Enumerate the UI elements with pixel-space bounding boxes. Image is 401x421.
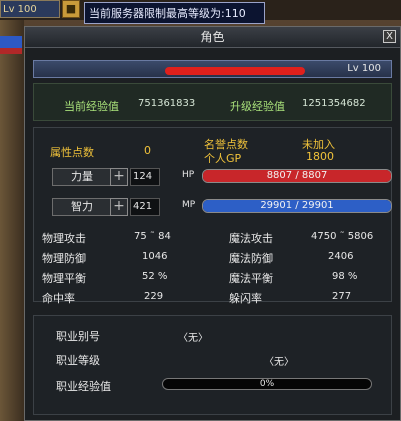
personal-gp-value: 1800 (306, 150, 334, 163)
scene-left-edge (0, 20, 24, 421)
stat-label: 魔法防御 (229, 252, 273, 265)
hp-bar: 8807 / 8807 (202, 169, 392, 183)
add-strength-button[interactable]: + (110, 168, 128, 186)
intelligence-row: 智力 + 421 MP 29901 / 29901 (44, 198, 392, 216)
window-titlebar[interactable]: 角色 X (25, 27, 400, 48)
job-level-label: 职业等级 (56, 354, 100, 367)
stat-label: 躲闪率 (229, 292, 262, 305)
strength-row: 力量 + 124 HP 8807 / 8807 (44, 168, 392, 186)
mini-level-indicator: Lv 100 (0, 0, 60, 18)
job-level-value: 〈无〉 (264, 357, 294, 368)
strength-label: 力量 (52, 168, 112, 186)
character-level: Lv 100 (347, 63, 381, 74)
job-exp-label: 职业经验值 (56, 380, 111, 393)
levelup-exp-label: 升级经验值 (230, 100, 285, 113)
stat-value: 52 % (142, 271, 168, 282)
stat-label: 魔法攻击 (229, 232, 273, 245)
stat-value: 277 (332, 291, 352, 302)
chest-icon[interactable]: ■ (62, 0, 80, 18)
job-alias-value: 〈无〉 (178, 333, 208, 344)
close-button[interactable]: X (383, 30, 396, 43)
levelup-exp-value: 1251354682 (302, 98, 366, 109)
current-exp-value: 751361833 (138, 98, 196, 109)
experience-box: 当前经验值 751361833 升级经验值 1251354682 (33, 83, 392, 121)
stat-label: 魔法平衡 (229, 272, 273, 285)
mp-bar: 29901 / 29901 (202, 199, 392, 213)
mp-text: 29901 / 29901 (260, 200, 334, 211)
window-title: 角色 (200, 30, 225, 44)
stat-label: 物理平衡 (42, 272, 86, 285)
intelligence-value: 421 (130, 198, 160, 216)
current-exp-label: 当前经验值 (64, 100, 119, 113)
party-mp-bar (0, 36, 22, 48)
mp-tag: MP (182, 200, 196, 210)
stat-value: 1046 (142, 251, 168, 262)
job-exp-bar: 0% (162, 378, 372, 390)
hp-text: 8807 / 8807 (266, 170, 328, 181)
job-alias-label: 职业别号 (56, 330, 100, 343)
server-level-tooltip: 当前服务器限制最高等级为:110 (84, 2, 265, 24)
job-exp-text: 0% (259, 379, 275, 389)
personal-gp-label: 个人GP (204, 152, 242, 165)
party-hp-bar (0, 48, 22, 54)
attr-points-value: 0 (144, 144, 151, 157)
stat-label: 命中率 (42, 292, 75, 305)
add-intelligence-button[interactable]: + (110, 198, 128, 216)
stat-label: 物理防御 (42, 252, 86, 265)
attributes-panel: 属性点数 0 名誉点数 个人GP 未加入 1800 力量 + 124 HP 88… (33, 127, 392, 305)
intelligence-label: 智力 (52, 198, 112, 216)
strength-value: 124 (130, 168, 160, 186)
job-panel: 职业别号 〈无〉 职业等级 〈无〉 职业经验值 0% (33, 315, 392, 415)
stat-value: 229 (144, 291, 164, 302)
stat-label: 物理攻击 (42, 232, 86, 245)
stat-value: 75 ˜ 84 (134, 231, 171, 242)
name-redaction-mark (165, 67, 305, 75)
attr-points-label: 属性点数 (50, 146, 94, 159)
stat-value: 2406 (328, 251, 354, 262)
character-window: 角色 X Lv 100 当前经验值 751361833 升级经验值 125135… (24, 26, 401, 421)
stat-value: 98 % (332, 271, 358, 282)
stat-value: 4750 ˜ 5806 (311, 231, 374, 242)
hp-tag: HP (182, 170, 195, 180)
